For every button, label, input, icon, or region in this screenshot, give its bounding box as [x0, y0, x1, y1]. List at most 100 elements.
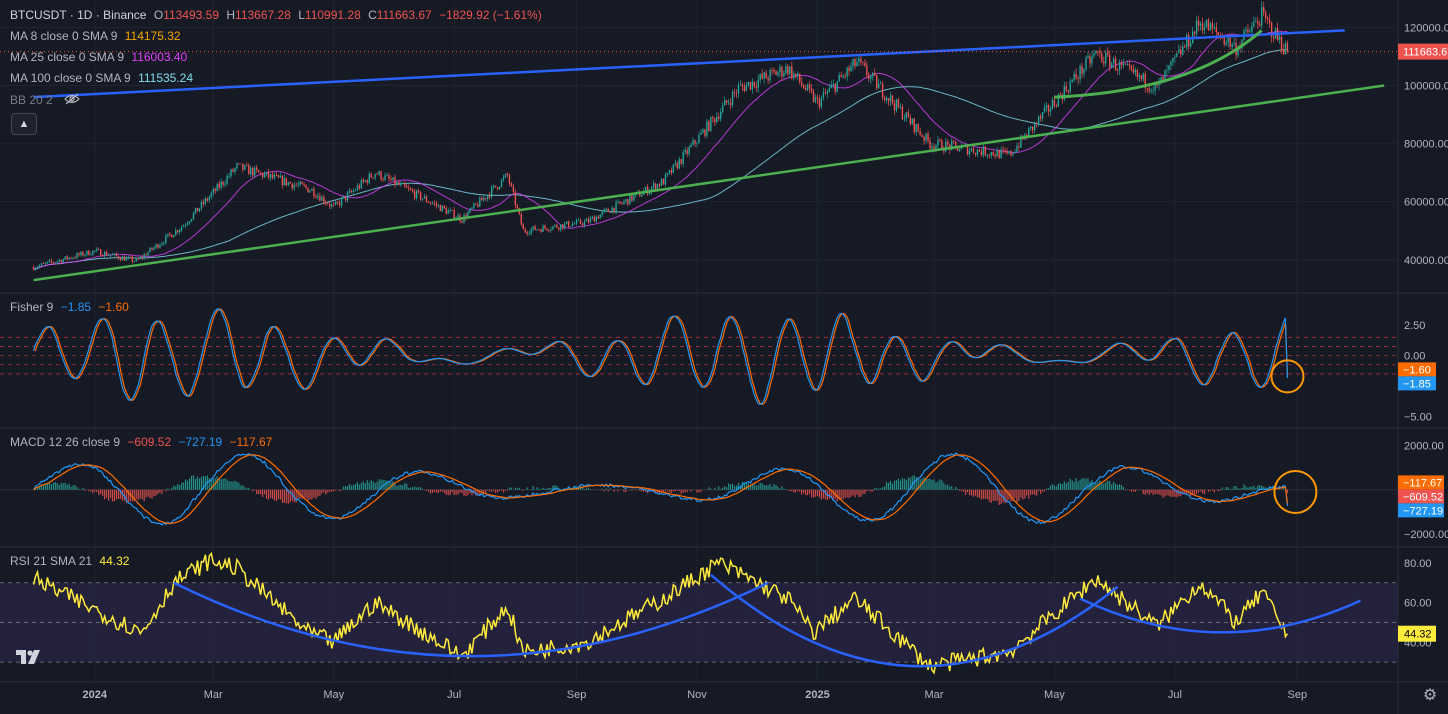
candle-body — [534, 226, 536, 231]
candle-body — [1053, 99, 1056, 106]
candle-body — [542, 225, 544, 232]
candle-body — [1077, 78, 1079, 80]
ma25-legend[interactable]: MA 25 close 0 SMA 9 116003.40 — [10, 50, 191, 64]
candle-body — [218, 183, 220, 188]
candle-body — [664, 174, 667, 185]
candle-body — [569, 226, 572, 228]
candle-body — [641, 194, 643, 197]
candle-body — [1227, 37, 1229, 43]
ma100-value: 111535.24 — [138, 71, 194, 85]
candle-body — [265, 171, 268, 175]
candle-body — [350, 190, 353, 192]
candle-body — [141, 256, 143, 258]
candle-body — [933, 146, 935, 149]
candle-body — [423, 196, 426, 199]
candle-body — [165, 235, 167, 243]
candle-body — [483, 197, 485, 201]
fisher-value-1: −1.85 — [60, 300, 92, 314]
candle-body — [1172, 57, 1174, 62]
candle-body — [76, 253, 78, 258]
macd-legend[interactable]: MACD 12 26 close 9 −609.52 −727.19 −117.… — [10, 435, 276, 449]
candle-body — [1097, 51, 1099, 52]
candle-body — [394, 177, 396, 186]
candle-body — [757, 79, 759, 88]
candle-body — [443, 205, 445, 209]
candle-body — [115, 253, 118, 256]
tradingview-logo-icon[interactable] — [14, 646, 44, 668]
ma25-value: 116003.40 — [131, 50, 188, 64]
candle-body — [500, 179, 503, 187]
candle-body — [1205, 19, 1208, 28]
candle-body — [105, 251, 108, 256]
candle-body — [109, 254, 112, 256]
candle-body — [840, 75, 842, 78]
candle-body — [725, 100, 728, 103]
price-axis-tick: 40000.00 — [1404, 255, 1448, 267]
candle-body — [980, 151, 983, 155]
candle-body — [893, 103, 896, 111]
candle-body — [781, 66, 783, 77]
candle-body — [1059, 94, 1062, 96]
candle-body — [408, 187, 410, 189]
candle-body — [111, 254, 114, 256]
candle-body — [1278, 36, 1281, 40]
candle-body — [1128, 64, 1131, 66]
chart-canvas[interactable]: 120000.00 100000.00 80000.00 60000.00 40000.… — [0, 0, 1448, 714]
candle-body — [113, 253, 116, 255]
candle-body — [530, 229, 532, 234]
candle-body — [107, 255, 110, 257]
collapse-legend-button[interactable]: ▲ — [11, 113, 37, 135]
bb-legend[interactable]: BB 20 2 — [10, 93, 84, 108]
candle-body — [988, 155, 990, 157]
candle-body — [411, 189, 414, 192]
candle-body — [80, 251, 82, 256]
candle-body — [425, 196, 428, 202]
candle-body — [1030, 126, 1032, 129]
candle-body — [84, 254, 86, 256]
candle-body — [990, 151, 992, 156]
candle-body — [1016, 146, 1018, 152]
candle-body — [822, 92, 825, 98]
candle-body — [1223, 38, 1225, 45]
candle-body — [1266, 18, 1269, 20]
candle-body — [1112, 58, 1115, 64]
ma8-legend[interactable]: MA 8 close 0 SMA 9 114175.32 — [10, 29, 185, 43]
candle-body — [236, 163, 238, 169]
candle-body — [145, 254, 147, 256]
eye-off-icon[interactable] — [64, 93, 80, 108]
symbol-label[interactable]: BTCUSDT · 1D · Binance — [10, 8, 146, 22]
candle-body — [315, 196, 317, 198]
candle-body — [577, 219, 580, 221]
candle-body — [256, 167, 258, 171]
candle-body — [1006, 150, 1008, 154]
candle-body — [182, 225, 185, 228]
candle-body — [613, 207, 615, 212]
candle-body — [974, 152, 977, 155]
candle-body — [992, 151, 994, 156]
candle-body — [520, 213, 522, 225]
candle-body — [877, 83, 880, 89]
fisher-legend[interactable]: Fisher 9 −1.85 −1.60 — [10, 300, 133, 314]
gear-icon[interactable]: ⚙ — [1420, 686, 1440, 706]
candle-body — [329, 204, 331, 207]
candle-body — [609, 211, 611, 213]
candle-body — [773, 70, 775, 72]
rsi-value-tag-text: 44.32 — [1404, 629, 1432, 641]
candle-body — [78, 253, 80, 256]
chevron-up-icon: ▲ — [18, 118, 30, 130]
candle-body — [1018, 146, 1020, 148]
candle-body — [832, 83, 834, 86]
candle-body — [427, 201, 430, 203]
candle-body — [739, 84, 742, 86]
rsi-axis-tick: 60.00 — [1404, 598, 1432, 610]
rsi-legend[interactable]: RSI 21 SMA 21 44.32 — [10, 554, 133, 568]
candle-body — [536, 229, 538, 231]
candle-body — [731, 91, 734, 105]
candle-body — [704, 129, 706, 136]
ma100-legend[interactable]: MA 100 close 0 SMA 9 111535.24 — [10, 71, 197, 85]
candle-body — [226, 176, 228, 184]
candle-body — [441, 205, 443, 212]
candle-body — [860, 58, 862, 63]
candle-body — [623, 201, 625, 204]
candle-body — [479, 197, 481, 207]
